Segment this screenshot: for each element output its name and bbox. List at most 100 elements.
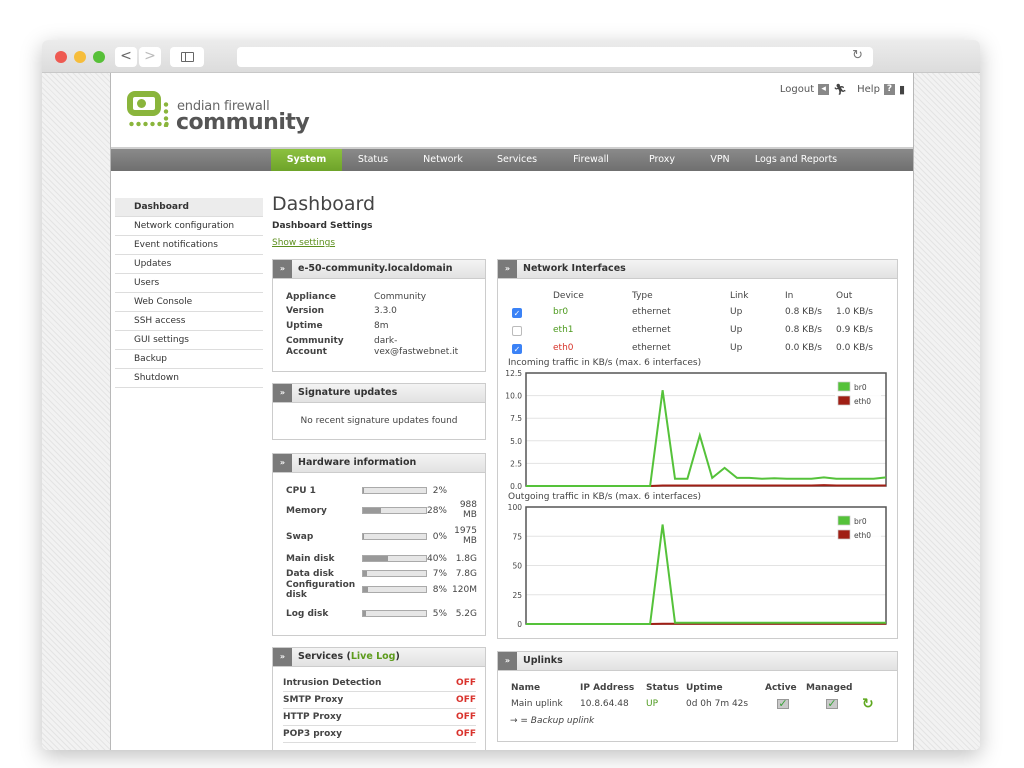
help-question-icon[interactable]: ? (883, 84, 895, 95)
live-log-link[interactable]: Live Log (351, 651, 396, 662)
usage-bar-fill (363, 488, 365, 493)
active-checkbox-icon[interactable]: ✓ (777, 698, 789, 709)
nav-tab-system[interactable]: System (271, 149, 342, 171)
service-name: HTTP Proxy (283, 712, 342, 722)
uplink-reconnect-icon[interactable]: ↻ (862, 696, 874, 712)
outgoing-legend-swatch-eth0 (837, 529, 851, 540)
zoom-window-button[interactable] (93, 51, 105, 63)
usage-bar-fill (363, 571, 368, 576)
interface-checkbox[interactable]: ✓ (512, 344, 522, 354)
uplinks-panel: » Uplinks Name IP Address Status Uptime … (497, 651, 898, 742)
interface-device: eth1 (553, 325, 574, 335)
logout-running-man-icon[interactable]: 🏃︎ (833, 83, 847, 96)
column-header-ip-address: IP Address (580, 683, 635, 693)
nav-tab-proxy[interactable]: Proxy (630, 149, 694, 171)
hardware-info-panel: » Hardware information CPU 1 2% Memory 28% 9… (272, 453, 486, 636)
address-bar[interactable]: ↻ (237, 47, 873, 67)
sidebar-item-dashboard[interactable]: Dashboard (115, 198, 263, 217)
backup-uplink-legend: → = Backup uplink (510, 716, 595, 726)
incoming-traffic-chart: 0.0 2.5 5.0 7.5 10.0 12.5 br0 eth0 (505, 369, 887, 491)
nav-tab-firewall[interactable]: Firewall (552, 149, 630, 171)
interface-checkbox[interactable] (512, 326, 522, 336)
nav-tab-status[interactable]: Status (342, 149, 404, 171)
hardware-label: Main disk (286, 554, 335, 564)
interface-type: ethernet (632, 325, 671, 335)
usage-percent: 5% (432, 609, 447, 619)
interface-out: 1.0 KB/s (836, 307, 873, 317)
show-settings-link[interactable]: Show settings (272, 238, 335, 248)
usage-size-line2: MB (463, 536, 477, 546)
logout-door-icon[interactable]: ◂ (818, 84, 830, 95)
column-header-managed: Managed (806, 683, 853, 693)
service-status: OFF (456, 678, 476, 688)
logo-text-community: community (176, 110, 310, 135)
help-person-icon[interactable]: ▮ (899, 83, 905, 96)
minimize-window-button[interactable] (74, 51, 86, 63)
endian-logo[interactable]: endian firewall community (127, 91, 310, 141)
interface-in: 0.0 KB/s (785, 343, 822, 353)
sidebar-item-event-notifications[interactable]: Event notifications (115, 236, 263, 255)
collapse-toggle-icon[interactable]: » (273, 648, 292, 666)
reload-icon[interactable]: ↻ (852, 48, 863, 63)
top-links: Logout ◂ 🏃︎ Help ? ▮ (774, 83, 905, 96)
sidebar-item-backup[interactable]: Backup (115, 350, 263, 369)
sidebar-item-users[interactable]: Users (115, 274, 263, 293)
sidebar-toggle-button[interactable] (170, 47, 204, 67)
service-row: Intrusion Detection OFF (283, 675, 476, 692)
interface-in: 0.8 KB/s (785, 325, 822, 335)
interface-type: ethernet (632, 307, 671, 317)
system-info-panel: » e-50-community.localdomain Appliance C… (272, 259, 486, 372)
managed-checkbox-icon[interactable]: ✓ (826, 698, 838, 709)
browser-window: < > ↻ endian firewall community Logout ◂… (42, 40, 980, 750)
nav-tab-logs-and-reports[interactable]: Logs and Reports (746, 149, 846, 171)
incoming-y-tick-label: 0.0 (510, 482, 522, 491)
hardware-label: Log disk (286, 609, 329, 619)
community-account-label: Community (286, 336, 344, 346)
collapse-toggle-icon[interactable]: » (498, 652, 517, 670)
page-title: Dashboard (272, 193, 376, 215)
usage-bar-fill (363, 587, 369, 592)
service-row: HTTP Proxy OFF (283, 709, 476, 726)
logo-dots-icon (128, 121, 170, 127)
interface-link: Up (730, 325, 743, 335)
nav-tab-network[interactable]: Network (404, 149, 482, 171)
incoming-legend-swatch-eth0 (837, 395, 851, 406)
sidebar-item-shutdown[interactable]: Shutdown (115, 369, 263, 388)
service-status: OFF (456, 695, 476, 705)
usage-bar-fill (363, 534, 365, 539)
sidebar-item-web-console[interactable]: Web Console (115, 293, 263, 312)
collapse-toggle-icon[interactable]: » (498, 260, 517, 278)
dashboard-settings-heading: Dashboard Settings (272, 221, 373, 231)
usage-percent: 8% (432, 585, 447, 595)
close-window-button[interactable] (55, 51, 67, 63)
collapse-toggle-icon[interactable]: » (273, 454, 292, 472)
collapse-toggle-icon[interactable]: » (273, 260, 292, 278)
column-header-in: In (785, 291, 794, 301)
usage-percent: 28% (426, 506, 447, 516)
interface-in: 0.8 KB/s (785, 307, 822, 317)
outgoing-y-tick-label: 0 (517, 620, 522, 629)
hardware-label-line2: disk (286, 590, 307, 600)
help-link[interactable]: Help (857, 84, 880, 95)
collapse-toggle-icon[interactable]: » (273, 384, 292, 402)
column-header-type: Type (632, 291, 653, 301)
forward-button[interactable]: > (139, 47, 161, 67)
usage-size: 1.8G (455, 554, 477, 564)
logout-link[interactable]: Logout (780, 84, 814, 95)
interface-checkbox[interactable]: ✓ (512, 308, 522, 318)
sidebar-item-network-configuration[interactable]: Network configuration (115, 217, 263, 236)
sidebar-item-gui-settings[interactable]: GUI settings (115, 331, 263, 350)
sidebar-item-ssh-access[interactable]: SSH access (115, 312, 263, 331)
nav-tab-services[interactable]: Services (482, 149, 552, 171)
back-button[interactable]: < (115, 47, 137, 67)
service-status: OFF (456, 729, 476, 739)
usage-bar-fill (363, 508, 381, 513)
outgoing-legend-label-eth0: eth0 (854, 531, 871, 540)
hardware-label-line1: Configuration (286, 580, 356, 590)
interface-type: ethernet (632, 343, 671, 353)
nav-tab-vpn[interactable]: VPN (694, 149, 746, 171)
signature-updates-message: No recent signature updates found (300, 416, 458, 426)
sidebar-item-updates[interactable]: Updates (115, 255, 263, 274)
usage-size-line2: MB (463, 510, 477, 520)
interface-device: eth0 (553, 343, 574, 353)
